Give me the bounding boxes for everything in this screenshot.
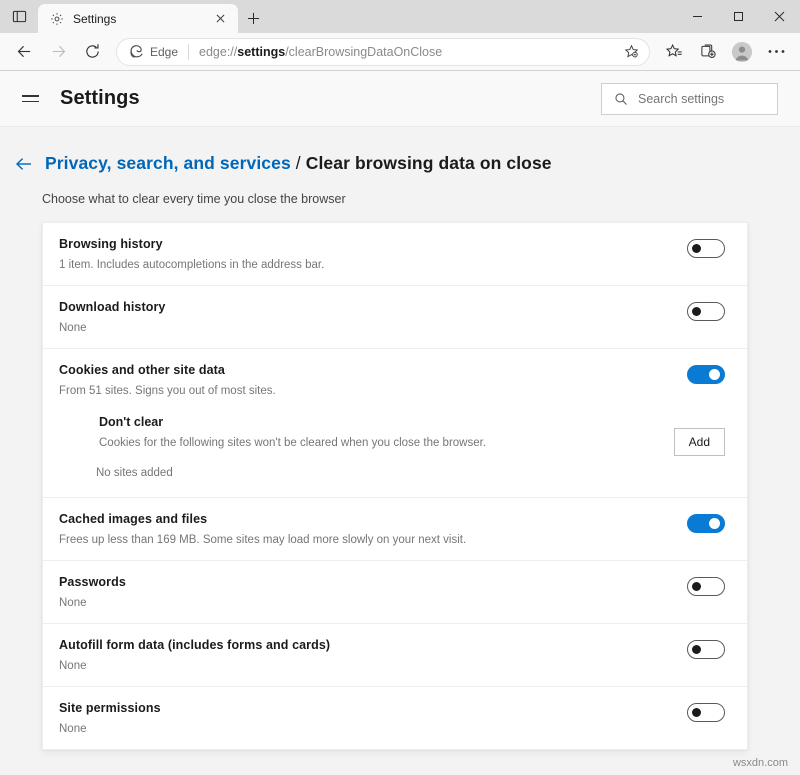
toggle-site-permissions[interactable] [687, 703, 725, 722]
add-favorite-icon[interactable] [619, 40, 643, 64]
settings-header: Settings Search settings [0, 71, 800, 127]
breadcrumb-text: Privacy, search, and services / Clear br… [45, 153, 552, 174]
url-path: /clearBrowsingDataOnClose [285, 44, 443, 59]
tab-title: Settings [73, 11, 117, 26]
favorites-star-icon [665, 43, 683, 60]
minimize-icon [692, 11, 703, 22]
more-options-button[interactable] [760, 37, 792, 67]
reload-icon [84, 43, 101, 60]
settings-content: Privacy, search, and services / Clear br… [0, 127, 800, 750]
dont-clear-subsection: Don't clear Cookies for the following si… [99, 415, 674, 449]
window-close-button[interactable] [759, 0, 800, 32]
edge-brand-label: Edge [150, 44, 179, 59]
collections-icon [700, 43, 717, 60]
browser-tab[interactable]: Settings [38, 4, 238, 33]
setting-row-browsing-history: Browsing history 1 item. Includes autoco… [43, 223, 747, 286]
url-prefix: edge:// [199, 44, 238, 59]
address-bar-url: edge://settings/clearBrowsingDataOnClose [199, 45, 619, 59]
maximize-icon [733, 11, 744, 22]
toggle-cached-images[interactable] [687, 514, 725, 533]
reload-button[interactable] [76, 37, 108, 67]
back-arrow-icon[interactable] [14, 154, 34, 174]
breadcrumb: Privacy, search, and services / Clear br… [0, 153, 800, 174]
back-button[interactable] [8, 37, 40, 67]
gear-icon [49, 11, 65, 27]
toggle-passwords[interactable] [687, 577, 725, 596]
setting-title: Browsing history [59, 237, 163, 251]
setting-description: None [59, 322, 87, 334]
search-icon [614, 92, 628, 106]
close-icon [774, 11, 785, 22]
search-settings-input[interactable]: Search settings [601, 82, 778, 115]
window-maximize-button[interactable] [718, 0, 759, 32]
edge-logo-icon [129, 44, 144, 59]
setting-description: 1 item. Includes autocompletions in the … [59, 259, 325, 271]
setting-description: None [59, 660, 87, 672]
setting-title: Passwords [59, 575, 126, 589]
setting-row-cookies: Cookies and other site data From 51 site… [43, 349, 747, 498]
profile-button[interactable] [726, 37, 758, 67]
window-controls [677, 0, 800, 33]
address-bar[interactable]: Edge edge://settings/clearBrowsingDataOn… [116, 37, 650, 66]
setting-description: None [59, 597, 87, 609]
window-minimize-button[interactable] [677, 0, 718, 32]
tab-search-button[interactable] [0, 0, 38, 33]
collections-button[interactable] [692, 37, 724, 67]
browser-toolbar: Edge edge://settings/clearBrowsingDataOn… [0, 33, 800, 71]
dont-clear-empty-state: No sites added [96, 467, 173, 479]
setting-description: None [59, 723, 87, 735]
back-arrow-icon [16, 43, 33, 60]
url-host: settings [237, 44, 286, 59]
setting-row-download-history: Download history None [43, 286, 747, 349]
settings-page: Settings Search settings Privacy, search… [0, 71, 800, 775]
plus-icon [247, 12, 260, 25]
setting-row-passwords: Passwords None [43, 561, 747, 624]
toggle-download-history[interactable] [687, 302, 725, 321]
setting-title: Site permissions [59, 701, 161, 715]
add-site-button[interactable]: Add [673, 428, 725, 456]
hamburger-menu-icon[interactable] [22, 88, 44, 110]
toggle-autofill[interactable] [687, 640, 725, 659]
toggle-cookies[interactable] [687, 365, 725, 384]
forward-button[interactable] [42, 37, 74, 67]
watermark: wsxdn.com [732, 757, 788, 769]
page-subtitle: Choose what to clear every time you clos… [42, 192, 346, 206]
profile-avatar-icon [732, 41, 752, 62]
new-tab-button[interactable] [238, 4, 268, 33]
setting-title: Autofill form data (includes forms and c… [59, 638, 331, 652]
tab-close-icon[interactable] [210, 9, 230, 29]
setting-title: Cookies and other site data [59, 363, 225, 377]
browser-window: Settings Edge edge://settings/clearBrows… [0, 0, 800, 775]
more-options-icon [768, 49, 785, 54]
omnibox-divider [188, 43, 190, 60]
edge-brand: Edge [129, 44, 178, 59]
setting-row-autofill: Autofill form data (includes forms and c… [43, 624, 747, 687]
toggle-browsing-history[interactable] [687, 239, 725, 258]
breadcrumb-parent-link[interactable]: Privacy, search, and services [45, 153, 291, 173]
favorites-button[interactable] [658, 37, 690, 67]
setting-title: Download history [59, 300, 166, 314]
forward-arrow-icon [50, 43, 67, 60]
settings-card: Browsing history 1 item. Includes autoco… [42, 222, 748, 750]
breadcrumb-current: Clear browsing data on close [305, 153, 552, 173]
breadcrumb-separator: / [290, 153, 306, 173]
page-title: Settings [60, 87, 140, 109]
search-settings-placeholder: Search settings [638, 91, 725, 106]
dont-clear-description: Cookies for the following sites won't be… [99, 437, 487, 449]
tab-search-icon [12, 9, 27, 24]
tab-strip: Settings [0, 0, 800, 33]
setting-title: Cached images and files [59, 512, 208, 526]
setting-description: From 51 sites. Signs you out of most sit… [59, 385, 276, 397]
setting-row-cached-images: Cached images and files Frees up less th… [43, 498, 747, 561]
setting-description: Frees up less than 169 MB. Some sites ma… [59, 534, 467, 546]
dont-clear-title: Don't clear [99, 415, 164, 429]
setting-row-site-permissions: Site permissions None [43, 687, 747, 749]
